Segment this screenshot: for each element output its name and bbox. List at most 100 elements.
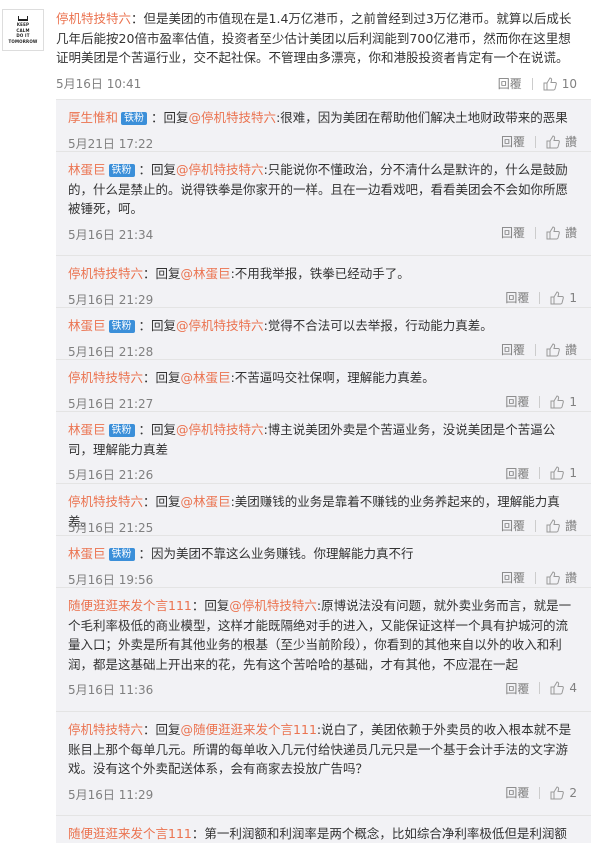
reply-button[interactable]: 回覆	[505, 393, 529, 410]
like-button[interactable]: 讚	[546, 224, 577, 241]
mention-link[interactable]: @林蛋巨	[181, 370, 231, 385]
reply-body: 随便逛逛来发个言111：回复@停机特技特六:原博说法没有问题，就外卖业务而言，就…	[68, 596, 576, 674]
like-button[interactable]: 1	[550, 291, 577, 305]
like-count: 2	[569, 785, 577, 800]
reply-actions: 回覆 2	[505, 785, 577, 801]
reply-word: 回复	[163, 110, 189, 125]
reply-item: 随便逛逛来发个言111：回复@停机特技特六:原博说法没有问题，就外卖业务而言，就…	[56, 588, 591, 712]
divider	[539, 682, 541, 694]
reply-word: 回复	[151, 422, 177, 437]
divider	[534, 519, 536, 532]
like-count: 讚	[564, 226, 577, 240]
reply-button[interactable]: 回覆	[501, 341, 525, 358]
reply-item: 停机特技特六：回复@林蛋巨:美团赚钱的业务是靠着不赚钱的业务养起来的，理解能力真…	[56, 484, 591, 536]
divider	[539, 395, 541, 408]
reply-button[interactable]: 回覆	[501, 569, 525, 586]
reply-time: 5月16日 11:36	[68, 683, 154, 697]
like-button[interactable]: 1	[550, 466, 577, 480]
mention-link[interactable]: @停机特技特六	[176, 422, 264, 437]
mention-link[interactable]: @林蛋巨	[181, 266, 231, 281]
crown-icon	[18, 16, 28, 21]
reply-author[interactable]: 随便逛逛来发个言111	[68, 826, 192, 841]
fan-badge: 铁粉	[108, 320, 135, 333]
reply-actions: 回覆 讚	[501, 570, 577, 586]
reply-button[interactable]: 回覆	[501, 133, 525, 150]
reply-button[interactable]: 回覆	[505, 289, 529, 306]
thumbs-up-icon	[543, 76, 557, 90]
reply-author[interactable]: 厚生惟和	[68, 110, 118, 125]
like-count: 10	[561, 76, 577, 91]
reply-actions: 回覆 4	[505, 680, 577, 696]
reply-actions: 回覆 讚	[501, 518, 577, 534]
mention-link[interactable]: @林蛋巨	[181, 494, 231, 509]
reply-word: 回复	[151, 162, 177, 177]
reply-author[interactable]: 停机特技特六	[68, 370, 143, 385]
like-count: 讚	[564, 571, 577, 585]
post-body: 停机特技特六：但是美团的市值现在是1.4万亿港币，之前曾经到过3万亿港币。就算以…	[56, 9, 582, 68]
reply-item: 停机特技特六：回复@随便逛逛来发个言111:说白了，美团依赖于外卖员的收入根本就…	[56, 712, 591, 816]
reply-button[interactable]: 回覆	[505, 465, 529, 482]
reply-author[interactable]: 林蛋巨	[68, 318, 106, 333]
like-count: 1	[569, 290, 577, 305]
reply-item: 林蛋巨 铁粉 ：因为美团不靠这么业务赚钱。你理解能力真不行 5月16日 19:56 回覆…	[56, 536, 591, 588]
divider	[539, 467, 541, 479]
thumbs-up-icon	[546, 342, 560, 356]
like-count: 1	[569, 394, 577, 409]
reply-button[interactable]: 回覆	[505, 680, 529, 697]
reply-text: :很难，因为美团在帮助他们解决土地财政带来的恶果	[276, 110, 568, 125]
reply-word: 回复	[155, 266, 181, 281]
reply-time: 5月16日 21:34	[68, 227, 154, 242]
reply-item: 厚生惟和 铁粉 ：回复@停机特技特六:很难，因为美团在帮助他们解决土地财政带来的恶果…	[56, 100, 591, 152]
reply-author[interactable]: 停机特技特六	[68, 266, 143, 281]
reply-word: 回复	[204, 598, 230, 613]
like-button[interactable]: 讚	[546, 341, 577, 358]
reply-item: 随便逛逛来发个言111：第一利润额和利润率是两个概念，比如综合净利率极低但是利润…	[56, 816, 591, 843]
like-button[interactable]: 讚	[546, 133, 577, 150]
divider	[534, 226, 536, 239]
reply-author[interactable]: 停机特技特六	[68, 722, 143, 737]
post-time: 5月16日 10:41	[56, 77, 142, 91]
like-button[interactable]: 1	[550, 395, 577, 409]
reply-actions: 回覆 讚	[501, 225, 577, 241]
reply-prefix: ：	[151, 110, 164, 125]
mention-link[interactable]: @停机特技特六	[229, 598, 317, 613]
divider	[534, 135, 536, 148]
divider	[531, 77, 533, 90]
avatar[interactable]: KEEP CALM DO IT TOMORROW	[2, 9, 44, 51]
reply-author[interactable]: 停机特技特六	[68, 494, 143, 509]
thumbs-up-icon	[546, 518, 560, 532]
mention-link[interactable]: @随便逛逛来发个言111	[181, 722, 317, 737]
thumbs-up-icon	[550, 290, 565, 304]
reply-prefix: ：	[143, 370, 156, 385]
reply-body: 林蛋巨 铁粉 ：回复@停机特技特六:只能说你不懂政治，分不清什么是默许的，什么是鼓励…	[68, 160, 576, 219]
like-count: 1	[569, 466, 577, 480]
reply-button[interactable]: 回覆	[505, 784, 529, 801]
like-button[interactable]: 10	[543, 77, 577, 91]
reply-actions: 回覆 讚	[501, 342, 577, 358]
reply-item: 林蛋巨 铁粉 ：回复@停机特技特六:博主说美团外卖是个苦逼业务，没说美团是个苦逼公司…	[56, 412, 591, 484]
like-button[interactable]: 2	[550, 786, 577, 800]
fan-badge: 铁粉	[121, 112, 148, 125]
reply-button[interactable]: 回覆	[501, 517, 525, 534]
mention-link[interactable]: @停机特技特六	[189, 110, 277, 125]
post-author[interactable]: 停机特技特六	[56, 11, 131, 26]
reply-button[interactable]: 回覆	[498, 75, 522, 92]
like-button[interactable]: 讚	[546, 569, 577, 586]
reply-author[interactable]: 林蛋巨	[68, 162, 106, 177]
mention-link[interactable]: @停机特技特六	[176, 162, 264, 177]
reply-time: 5月16日 11:29	[68, 787, 154, 802]
reply-prefix: ：	[143, 266, 156, 281]
mention-link[interactable]: @停机特技特六	[176, 318, 264, 333]
reply-author[interactable]: 随便逛逛来发个言111	[68, 598, 192, 613]
divider	[534, 571, 536, 584]
reply-author[interactable]: 林蛋巨	[68, 546, 106, 561]
reply-text: :不苦逼吗交社保啊，理解能力真差。	[230, 370, 435, 385]
reply-author[interactable]: 林蛋巨	[68, 422, 106, 437]
like-button[interactable]: 讚	[546, 517, 577, 534]
reply-body: 林蛋巨 铁粉 ：回复@停机特技特六:博主说美团外卖是个苦逼业务，没说美团是个苦逼公司…	[68, 420, 576, 459]
reply-word: 回复	[155, 494, 181, 509]
reply-button[interactable]: 回覆	[501, 224, 525, 241]
reply-prefix: ：	[138, 318, 152, 333]
reply-actions: 回覆 讚	[501, 134, 577, 150]
like-button[interactable]: 4	[550, 681, 577, 695]
